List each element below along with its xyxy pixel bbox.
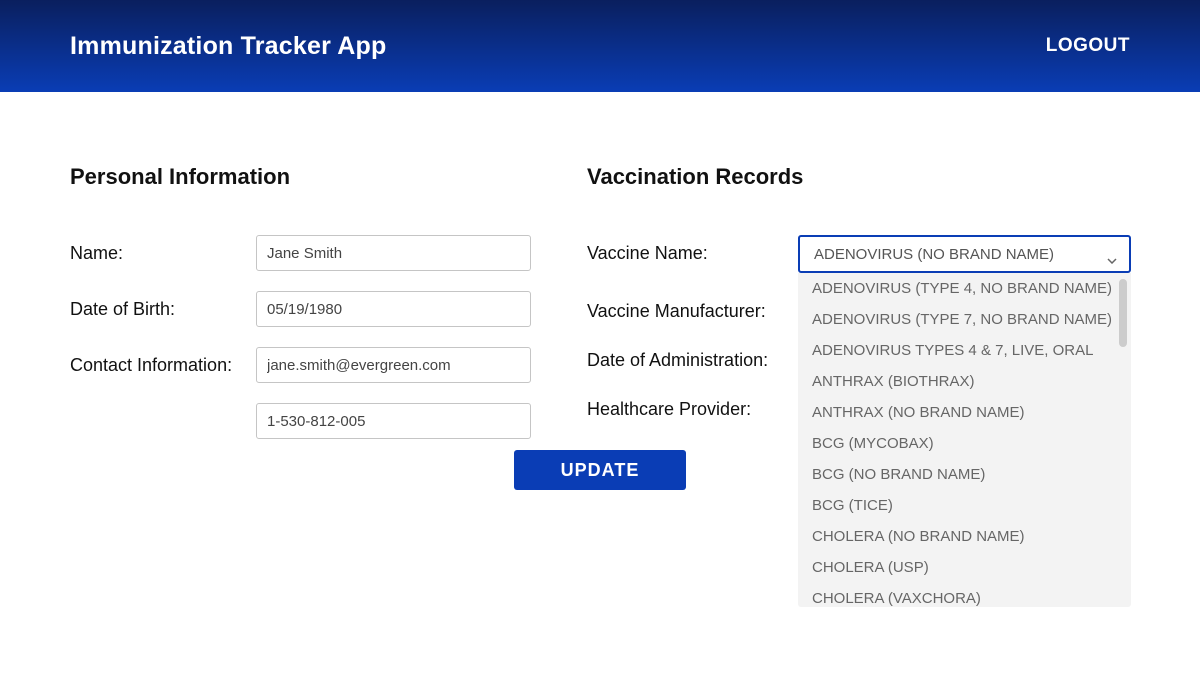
dropdown-option[interactable]: BCG (MYCOBAX) xyxy=(798,428,1131,459)
vaccine-name-row: Vaccine Name: ADENOVIRUS (NO BRAND NAME)… xyxy=(587,235,1131,273)
manufacturer-label: Vaccine Manufacturer: xyxy=(587,293,798,322)
dropdown-option[interactable]: CHOLERA (VAXCHORA) xyxy=(798,583,1131,607)
vaccine-name-dropdown: ADENOVIRUS (TYPE 4, NO BRAND NAME) ADENO… xyxy=(798,273,1131,607)
dropdown-option[interactable]: ANTHRAX (NO BRAND NAME) xyxy=(798,397,1131,428)
administration-date-label: Date of Administration: xyxy=(587,342,798,371)
app-title: Immunization Tracker App xyxy=(70,32,386,61)
dropdown-option[interactable]: ADENOVIRUS (TYPE 4, NO BRAND NAME) xyxy=(798,273,1131,304)
dob-label: Date of Birth: xyxy=(70,291,256,327)
dropdown-option[interactable]: CHOLERA (NO BRAND NAME) xyxy=(798,521,1131,552)
phone-input[interactable] xyxy=(256,403,531,439)
contact-label: Contact Information: xyxy=(70,347,256,383)
chevron-down-icon xyxy=(1107,251,1117,257)
vaccination-records-title: Vaccination Records xyxy=(587,164,1131,190)
personal-info-title: Personal Information xyxy=(70,164,587,190)
dropdown-scrollbar[interactable] xyxy=(1119,279,1127,347)
dob-row: Date of Birth: xyxy=(70,291,587,327)
dropdown-option[interactable]: ANTHRAX (BIOTHRAX) xyxy=(798,366,1131,397)
vaccine-name-label: Vaccine Name: xyxy=(587,235,798,273)
name-row: Name: xyxy=(70,235,587,271)
dropdown-option[interactable]: ADENOVIRUS (TYPE 7, NO BRAND NAME) xyxy=(798,304,1131,335)
personal-info-section: Personal Information Name: Date of Birth… xyxy=(70,164,587,489)
email-input[interactable] xyxy=(256,347,531,383)
update-button[interactable]: UPDATE xyxy=(514,450,686,490)
dropdown-option[interactable]: ADENOVIRUS TYPES 4 & 7, LIVE, ORAL xyxy=(798,335,1131,366)
provider-label: Healthcare Provider: xyxy=(587,391,798,420)
contact-row: Contact Information: xyxy=(70,347,587,383)
logout-button[interactable]: LOGOUT xyxy=(1046,35,1130,57)
main-content: Personal Information Name: Date of Birth… xyxy=(0,92,1200,489)
name-input[interactable] xyxy=(256,235,531,271)
dropdown-option[interactable]: BCG (NO BRAND NAME) xyxy=(798,459,1131,490)
phone-label-spacer xyxy=(70,403,256,439)
name-label: Name: xyxy=(70,235,256,271)
dropdown-option[interactable]: CHOLERA (USP) xyxy=(798,552,1131,583)
vaccine-name-select-wrapper: ADENOVIRUS (NO BRAND NAME) ADENOVIRUS (T… xyxy=(798,235,1131,273)
dropdown-option[interactable]: BCG (TICE) xyxy=(798,490,1131,521)
vaccination-records-section: Vaccination Records Vaccine Name: ADENOV… xyxy=(587,164,1131,489)
vaccine-name-select[interactable]: ADENOVIRUS (NO BRAND NAME) xyxy=(798,235,1131,273)
dob-input[interactable] xyxy=(256,291,531,327)
phone-row xyxy=(70,403,587,439)
app-header: Immunization Tracker App LOGOUT xyxy=(0,0,1200,92)
vaccine-name-selected-value: ADENOVIRUS (NO BRAND NAME) xyxy=(814,246,1054,263)
